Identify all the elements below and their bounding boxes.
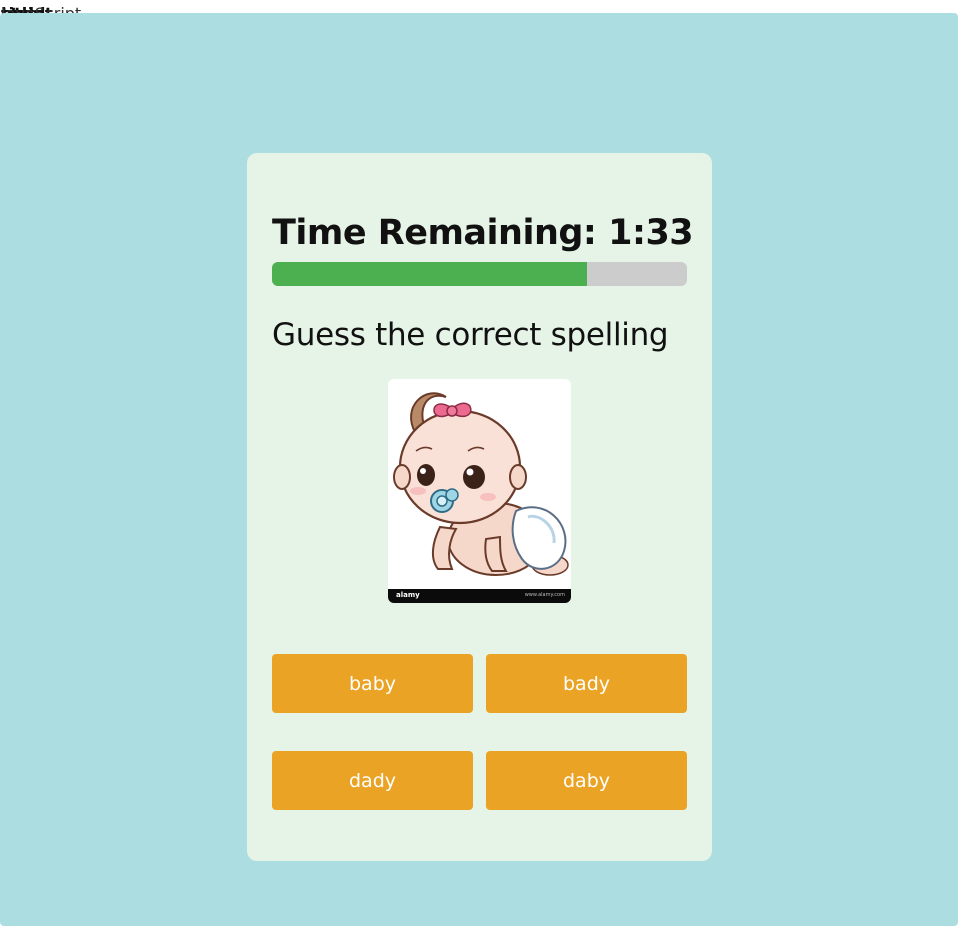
quiz-card: Time Remaining: 1:33 Guess the correct s… [247, 153, 712, 861]
timer-label: Time Remaining: 1:33 [272, 213, 694, 253]
option-button-2[interactable]: bady [486, 654, 687, 713]
option-button-4[interactable]: daby [486, 751, 687, 810]
option-button-1[interactable]: baby [272, 654, 473, 713]
word-picture: alamy www.alamy.com [388, 379, 571, 603]
timer-progress-bar [272, 262, 687, 286]
question-prompt: Guess the correct spelling [272, 317, 669, 353]
watermark-note: www.alamy.com [524, 592, 565, 598]
timer-progress-fill [272, 262, 588, 286]
option-button-3[interactable]: dady [272, 751, 473, 810]
watermark-bar: alamy www.alamy.com [388, 589, 571, 603]
app-background: Time Remaining: 1:33 Guess the correct s… [0, 13, 958, 926]
watermark-logo: alamy [396, 591, 420, 599]
baby-illustration [393, 392, 569, 576]
